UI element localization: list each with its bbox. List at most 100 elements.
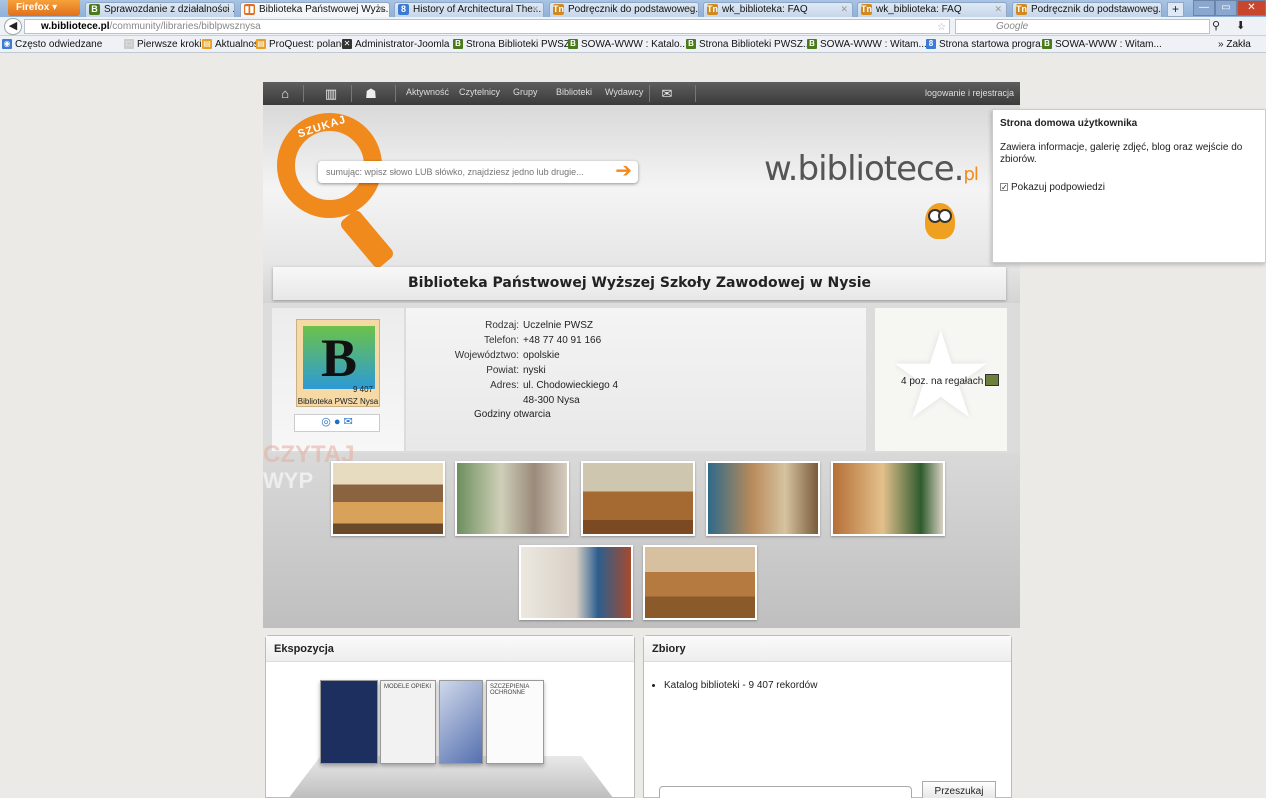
detail-row: Telefon: +48 77 40 91 166 xyxy=(406,333,866,348)
gallery-watermark: WYP xyxy=(263,468,314,493)
navigation-bar: ◀ w.bibliotece.pl/community/libraries/bi… xyxy=(0,17,1266,59)
tab-close-icon[interactable]: ✕ xyxy=(377,3,385,16)
detail-row: Adres: ul. Chodowieckiego 4 xyxy=(406,378,866,393)
mail-icon[interactable]: ✉ xyxy=(344,416,353,428)
owl-mascot-icon xyxy=(925,203,955,239)
download-icon[interactable]: ⬇ xyxy=(1236,19,1245,32)
page-content: ⌂ ▥ ☗ Aktywność Czytelnicy Grupy Bibliot… xyxy=(0,53,1266,798)
browser-tab[interactable]: B Sprawozdanie z działalności ... ✕ xyxy=(85,2,235,17)
detail-value: opolskie xyxy=(523,350,560,361)
bookmark-item[interactable]: B SOWA-WWW : Witam... xyxy=(807,38,927,51)
at-icon[interactable]: ◎ xyxy=(321,416,331,428)
login-link[interactable]: logowanie i rejestracja xyxy=(925,88,1014,98)
catalog-search-input[interactable] xyxy=(659,786,912,798)
site-search-input[interactable] xyxy=(326,164,606,179)
new-tab-button[interactable]: + xyxy=(1167,2,1184,17)
browser-tab[interactable]: Tn Podręcznik do podstawoweg... ✕ xyxy=(549,2,699,17)
browser-tab[interactable]: Tn Podręcznik do podstawoweg... ✕ xyxy=(1012,2,1162,17)
exhibition-panel: Ekspozycja MODELE OPIEKI SZCZEPIENIA OCH… xyxy=(265,635,635,798)
maximize-button[interactable]: ▭ xyxy=(1215,0,1237,16)
books-icon[interactable]: ▥ xyxy=(319,85,343,102)
bookmark-label: Strona Biblioteki PWSZ... xyxy=(466,39,579,50)
nav-link-activity[interactable]: Aktywność xyxy=(406,87,449,97)
bookmark-item[interactable]: B Strona Biblioteki PWSZ... xyxy=(453,38,578,51)
nav-link-groups[interactable]: Grupy xyxy=(513,87,538,97)
url-bar[interactable]: w.bibliotece.pl/community/libraries/bibl… xyxy=(24,19,950,59)
bookmarks-overflow[interactable]: » Zakła xyxy=(1218,38,1251,51)
bookshelf-icon[interactable] xyxy=(985,374,999,386)
browser-search-input[interactable]: Google xyxy=(955,19,1210,34)
catalog-search-button[interactable]: Przeszukaj xyxy=(922,781,996,798)
bookmark-item[interactable]: B SOWA-WWW : Katalo... xyxy=(568,38,688,51)
tab-label: Biblioteka Państwowej Wyżs... xyxy=(259,4,390,15)
tab-close-icon[interactable]: ✕ xyxy=(531,3,539,16)
firefox-menu-label: Firefox xyxy=(16,2,50,13)
nav-link-publishers[interactable]: Wydawcy xyxy=(605,87,643,97)
book-cover[interactable] xyxy=(320,680,378,764)
bookmark-item[interactable]: B SOWA-WWW : Witam... xyxy=(1042,38,1162,51)
tab-label: Podręcznik do podstawoweg... xyxy=(568,4,699,15)
browser-tab[interactable]: ▮▮ Biblioteka Państwowej Wyżs... ✕ xyxy=(240,2,390,17)
nav-link-libraries[interactable]: Biblioteki xyxy=(556,87,592,97)
tab-close-icon[interactable]: ✕ xyxy=(994,3,1002,16)
bookmark-label: Często odwiedzane xyxy=(15,39,103,50)
bookmark-item[interactable]: ✕ Administrator-Joomla xyxy=(342,38,449,51)
magnifier-icon[interactable]: ⚲ xyxy=(1212,19,1220,32)
firefox-menu-button[interactable]: Firefox ▾ xyxy=(8,0,80,16)
bookmark-item[interactable]: ◉ Często odwiedzane xyxy=(2,38,102,51)
tab-close-icon[interactable]: ✕ xyxy=(222,3,230,16)
bookmark-item[interactable]: B Strona Biblioteki PWSZ... xyxy=(686,38,811,51)
catalog-link[interactable]: Katalog biblioteki - 9 407 rekordów xyxy=(664,680,817,691)
library-short-name: Biblioteka PWSZ Nysa xyxy=(297,397,379,406)
gallery-photo[interactable] xyxy=(831,461,945,536)
detail-value: Uczelnie PWSZ xyxy=(523,320,594,331)
book-cover[interactable]: MODELE OPIEKI xyxy=(380,680,436,764)
tab-close-icon[interactable]: ✕ xyxy=(1149,3,1157,16)
back-button[interactable]: ◀ xyxy=(4,18,22,35)
bookmark-label: ProQuest: poland xyxy=(269,39,347,50)
gallery-photo[interactable] xyxy=(643,545,757,620)
tab-favicon-icon: B xyxy=(89,4,100,15)
bookmark-item[interactable]: ▤ ProQuest: poland xyxy=(256,38,347,51)
minimize-button[interactable]: — xyxy=(1193,0,1215,16)
detail-label: Powiat: xyxy=(486,365,519,376)
bookmark-label: Strona Biblioteki PWSZ... xyxy=(699,39,812,50)
browser-tab-bar: Firefox ▾ B Sprawozdanie z działalności .… xyxy=(0,0,1266,17)
tab-label: History of Architectural The... xyxy=(413,4,542,15)
search-arrow-icon[interactable]: ➔ xyxy=(615,161,632,181)
detail-label: Rodzaj: xyxy=(485,320,519,331)
chat-icon[interactable]: ✉ xyxy=(655,85,679,102)
gallery-photo[interactable] xyxy=(331,461,445,536)
nav-link-readers[interactable]: Czytelnicy xyxy=(459,87,500,97)
site-top-nav: ⌂ ▥ ☗ Aktywność Czytelnicy Grupy Bibliot… xyxy=(263,82,1020,105)
tab-label: wk_biblioteka: FAQ xyxy=(876,4,962,15)
shelf-count[interactable]: 4 poz. na regałach xyxy=(901,376,983,387)
tab-close-icon[interactable]: ✕ xyxy=(686,3,694,16)
magnifier-handle xyxy=(338,208,396,270)
bookmark-icon: B xyxy=(686,39,696,49)
gallery-photo[interactable] xyxy=(706,461,820,536)
bookmark-label: Administrator-Joomla xyxy=(355,39,450,50)
browser-tab[interactable]: Tn wk_biblioteka: FAQ ✕ xyxy=(703,2,853,17)
bookmark-item[interactable]: □ Pierwsze kroki xyxy=(124,38,201,51)
site-logo[interactable]: w.bibliotece.pl xyxy=(764,149,979,189)
hints-checkbox[interactable]: ✓ xyxy=(1000,183,1008,192)
avatar-letter: B xyxy=(303,326,375,389)
browser-tab[interactable]: Tn wk_biblioteka: FAQ ✕ xyxy=(857,2,1007,17)
book-cover[interactable]: SZCZEPIENIA OCHRONNE xyxy=(486,680,544,764)
gallery-photo[interactable] xyxy=(455,461,569,536)
gallery-photo[interactable] xyxy=(519,545,633,620)
browser-tab[interactable]: 8 History of Architectural The... ✕ xyxy=(394,2,544,17)
book-cover[interactable] xyxy=(439,680,483,764)
close-window-button[interactable]: ✕ xyxy=(1237,0,1266,16)
show-hints-option[interactable]: ✓ Pokazuj podpowiedzi xyxy=(1000,182,1258,193)
globe-icon[interactable]: ● xyxy=(334,416,341,428)
nav-separator xyxy=(695,85,696,102)
opening-hours-link[interactable]: Godziny otwarcia xyxy=(474,409,551,420)
library-avatar[interactable]: B 9 407 xyxy=(296,319,380,407)
gallery-photo[interactable] xyxy=(581,461,695,536)
tab-close-icon[interactable]: ✕ xyxy=(840,3,848,16)
bookmark-item[interactable]: 8 Strona startowa progra... xyxy=(926,38,1049,51)
users-icon[interactable]: ☗ xyxy=(359,85,383,102)
home-icon[interactable]: ⌂ xyxy=(273,85,297,102)
